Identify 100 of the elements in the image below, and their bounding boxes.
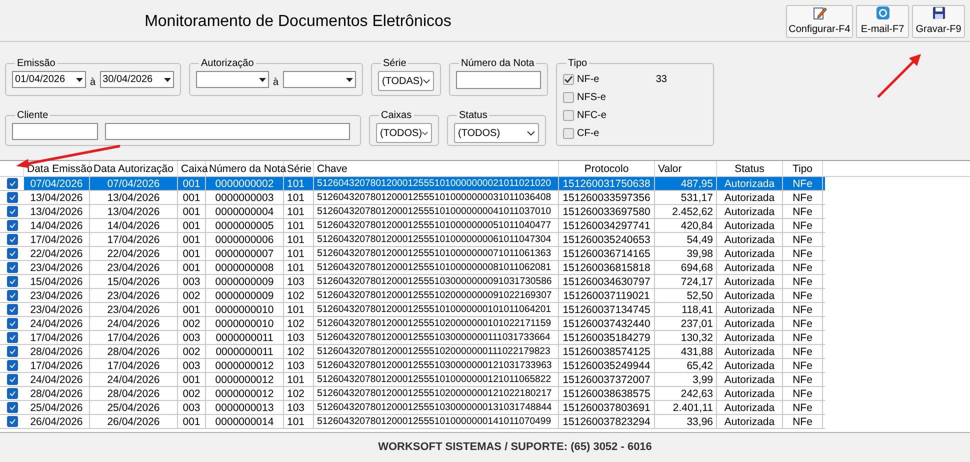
table-row[interactable]: 22/04/2026 22/04/2026 001 0000000007 101 51260432078012000125551010000000071011061363 151260036714165 39,98 Autorizada NFe (0, 247, 825, 261)
table-row[interactable]: 07/04/2026 07/04/2026 001 0000000002 101 51260432078012000125551010000000021011021020 151260031750638 487,95 Autorizada NFe (0, 177, 825, 191)
table-row[interactable]: 13/04/2026 13/04/2026 001 0000000003 101 51260432078012000125551010000000031011036408 151260033597356 531,17 Autorizada NFe (0, 191, 825, 205)
table-row[interactable]: 17/04/2026 17/04/2026 003 0000000012 103 51260432078012000125551030000000121031733963 151260035249944 65,42 Autorizada NFe (0, 359, 825, 373)
dropdown[interactable]: (TODOS) (454, 123, 539, 143)
value-cell: 420,84 (655, 219, 717, 232)
table-row[interactable]: 17/04/2026 17/04/2026 003 0000000011 103 51260432078012000125551030000000111031733664 151260035184279 130,32 Autorizada NFe (0, 331, 825, 345)
checkbox[interactable] (6, 304, 18, 315)
checkbox[interactable] (563, 74, 574, 85)
checkbox[interactable] (6, 248, 18, 259)
date-cell: 24/04/2026 (24, 317, 90, 330)
table-cell: NFe (783, 261, 823, 274)
checkbox[interactable] (6, 360, 18, 371)
checkbox[interactable] (6, 178, 18, 189)
checkbox[interactable] (6, 388, 18, 399)
table-row[interactable]: 26/04/2026 26/04/2026 001 0000000014 101 51260432078012000125551010000000141011070499 151260037823294 33,96 Autorizada NFe (0, 415, 825, 429)
checkbox[interactable] (6, 374, 18, 385)
checkbox[interactable] (563, 128, 574, 139)
date-cell: 15/04/2026 (90, 275, 178, 288)
support-footer: WORKSOFT SISTEMAS / SUPORTE: (65) 3052 - 6016 (378, 439, 652, 456)
table-cell: 101 (284, 191, 314, 204)
annotation-arrow (877, 54, 921, 98)
date-cell: 13/04/2026 (24, 191, 90, 204)
checkbox[interactable] (6, 220, 18, 231)
date-dropdown[interactable]: 01/04/2026 (12, 71, 86, 88)
table-cell: 102 (284, 289, 314, 302)
table-cell: 101 (284, 177, 314, 190)
checkbox[interactable] (6, 416, 18, 427)
configure-button[interactable]: Configurar-F4 (786, 5, 853, 38)
column-header[interactable]: Valor (655, 161, 717, 176)
column-header[interactable]: Tipo (783, 161, 823, 176)
column-header[interactable]: Protocolo (559, 161, 655, 176)
checkbox[interactable] (6, 206, 18, 217)
key-cell: 51260432078012000125551010000000081011062081 (314, 261, 559, 274)
checkbox[interactable] (6, 402, 18, 413)
key-cell: 51260432078012000125551010000000101011064201 (314, 303, 559, 316)
table-cell: 103 (284, 359, 314, 372)
checkbox[interactable] (6, 318, 18, 329)
date-cell: 23/04/2026 (24, 289, 90, 302)
checkbox[interactable] (6, 276, 18, 287)
caret-icon (164, 78, 171, 82)
checkbox[interactable] (6, 192, 18, 203)
checkbox[interactable] (6, 234, 18, 245)
table-cell: 0000000004 (206, 205, 284, 218)
date-cell: 23/04/2026 (24, 303, 90, 316)
group-label: Número da Nota (460, 57, 536, 71)
table-cell: NFe (783, 415, 823, 428)
column-header[interactable]: Caixa (178, 161, 206, 176)
email-button[interactable]: E-mail-F7 (856, 5, 909, 38)
input-field[interactable] (456, 71, 541, 89)
date-cell: 22/04/2026 (90, 247, 178, 260)
checkbox[interactable] (6, 332, 18, 343)
status-cell: Autorizada (717, 415, 783, 428)
table-row[interactable]: 15/04/2026 15/04/2026 003 0000000009 103 51260432078012000125551030000000091031730586 151260034630797 724,17 Autorizada NFe (0, 275, 825, 289)
table-cell: 0000000010 (206, 317, 284, 330)
table-cell: 151260036815818 (559, 261, 655, 274)
table-row[interactable]: 14/04/2026 14/04/2026 001 0000000005 101 51260432078012000125551010000000051011040477 151260034297741 420,84 Autorizada NFe (0, 219, 825, 233)
table-cell: NFe (783, 359, 823, 372)
table-row[interactable]: 28/04/2026 28/04/2026 002 0000000012 102 51260432078012000125551020000000121022180217 151260038638575 242,63 Autorizada NFe (0, 387, 825, 401)
table-row[interactable]: 23/04/2026 23/04/2026 001 0000000008 101 51260432078012000125551010000000081011062081 151260036815818 694,68 Autorizada NFe (0, 261, 825, 275)
input-field[interactable] (105, 123, 350, 140)
value-cell: 237,01 (655, 317, 717, 330)
table-row[interactable]: 28/04/2026 28/04/2026 002 0000000011 102 51260432078012000125551020000000111022179823 151260038574125 431,88 Autorizada NFe (0, 345, 825, 359)
save-button[interactable]: Gravar-F9 (912, 5, 965, 38)
value-cell: 242,63 (655, 387, 717, 400)
status-cell: Autorizada (717, 289, 783, 302)
date-cell: 14/04/2026 (24, 219, 90, 232)
table-row[interactable]: 17/04/2026 17/04/2026 001 0000000006 101 51260432078012000125551010000000061011047304 151260035240653 54,49 Autorizada NFe (0, 233, 825, 247)
checkbox[interactable] (6, 290, 18, 301)
dropdown[interactable]: (TODOS) (376, 123, 432, 143)
table-row[interactable]: 23/04/2026 23/04/2026 002 0000000009 102 51260432078012000125551020000000091022169307 151260037119021 52,50 Autorizada NFe (0, 289, 825, 303)
date-cell: 24/04/2026 (90, 317, 178, 330)
value-cell: 2.401,11 (655, 401, 717, 414)
checkbox[interactable] (6, 262, 18, 273)
table-cell: 151260036714165 (559, 247, 655, 260)
input-field[interactable] (12, 123, 98, 140)
table-cell: 001 (178, 247, 206, 260)
table-row[interactable]: 23/04/2026 23/04/2026 001 0000000010 101 51260432078012000125551010000000101011064201 151260037134745 118,41 Autorizada NFe (0, 303, 825, 317)
table-row[interactable]: 25/04/2026 25/04/2026 003 0000000013 103 51260432078012000125551030000000131031748844 151260037803691 2.401,11 Autorizada NFe (0, 401, 825, 415)
checkbox[interactable] (563, 110, 574, 121)
column-header[interactable]: Chave (314, 161, 559, 176)
table-cell: 001 (178, 261, 206, 274)
chevron-icon (422, 130, 428, 136)
date-dropdown[interactable] (282, 71, 356, 88)
date-cell: 15/04/2026 (24, 275, 90, 288)
date-dropdown[interactable]: 30/04/2026 (100, 71, 174, 88)
status-cell: Autorizada (717, 387, 783, 400)
checkbox[interactable] (6, 346, 18, 357)
table-cell: 001 (178, 191, 206, 204)
dropdown[interactable]: (TODAS) (378, 71, 434, 91)
table-row[interactable]: 24/04/2026 24/04/2026 002 0000000010 102 51260432078012000125551020000000101022171159 151260037432440 237,01 Autorizada NFe (0, 317, 825, 331)
date-dropdown[interactable] (196, 71, 269, 88)
date-cell: 07/04/2026 (24, 177, 90, 190)
checkbox[interactable] (563, 92, 574, 103)
table-row[interactable]: 24/04/2026 24/04/2026 001 0000000012 101 51260432078012000125551010000000121011065822 151260037372007 3,99 Autorizada NFe (0, 373, 825, 387)
table-cell: 151260035240653 (559, 233, 655, 246)
table-cell: 0000000003 (206, 191, 284, 204)
column-header[interactable]: Status (717, 161, 783, 176)
date-cell: 17/04/2026 (90, 359, 178, 372)
table-row[interactable]: 13/04/2026 13/04/2026 001 0000000004 101 51260432078012000125551010000000041011037010 151260033697580 2.452,62 Autorizada NFe (0, 205, 825, 219)
